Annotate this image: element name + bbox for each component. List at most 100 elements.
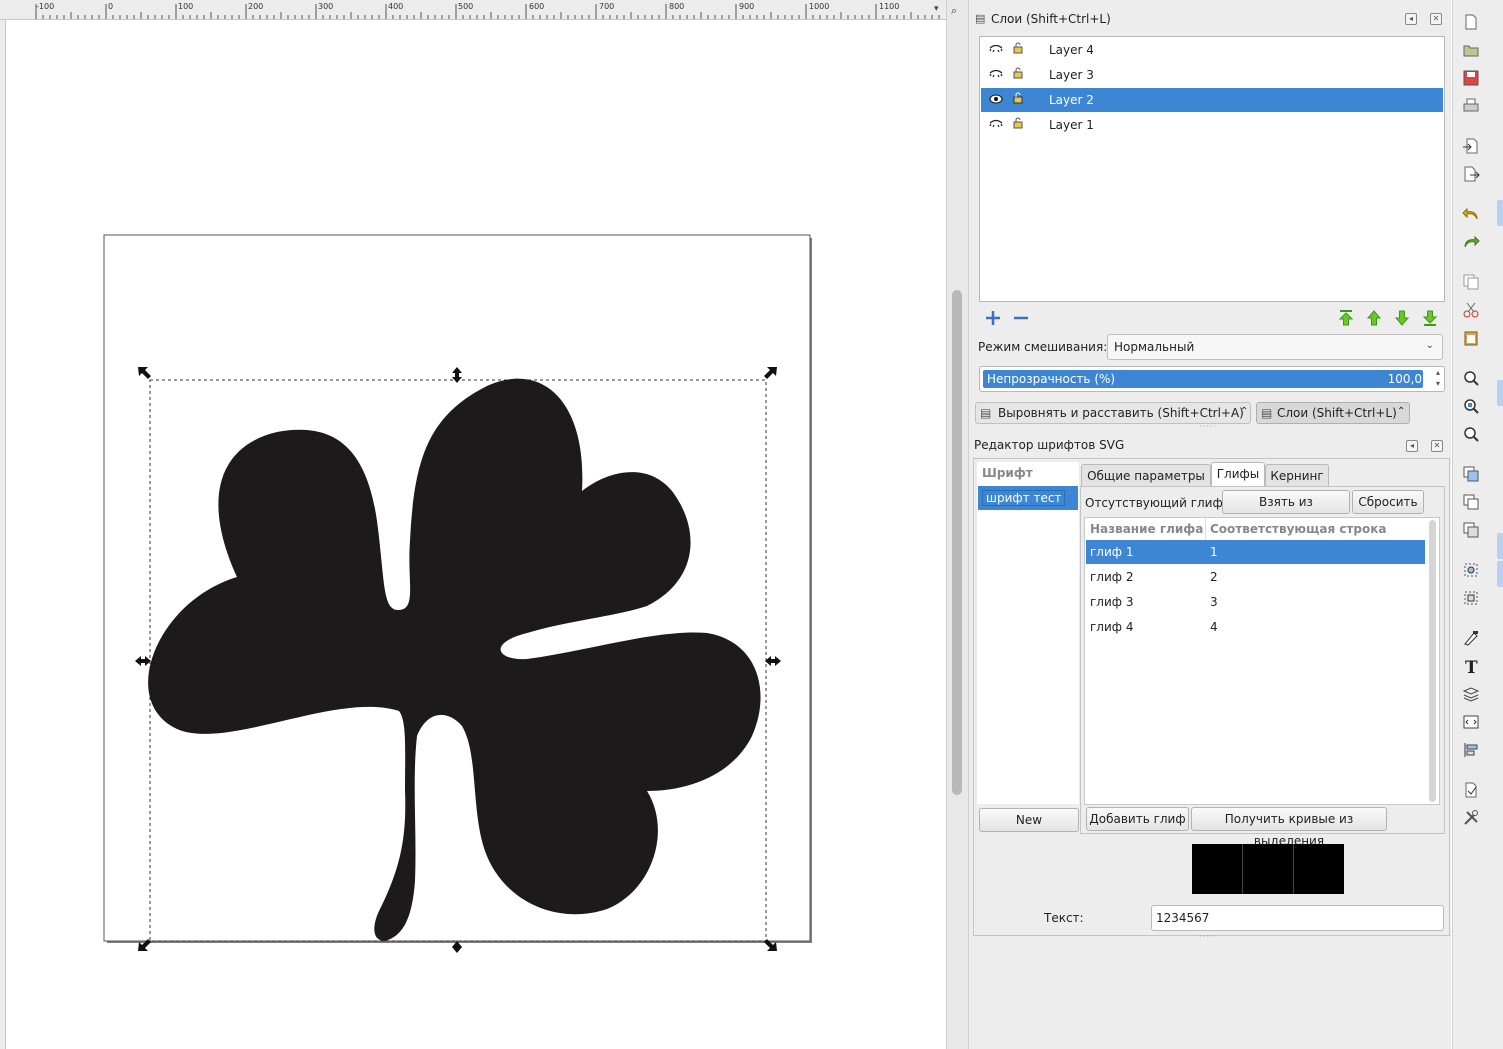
resize-grip[interactable]: ····· bbox=[1199, 932, 1217, 941]
import-icon[interactable] bbox=[1462, 137, 1480, 155]
canvas-vertical-scrollbar[interactable]: ⌕ bbox=[946, 0, 968, 1049]
text-tool-icon[interactable]: T bbox=[1462, 657, 1480, 675]
resize-grip[interactable]: ····· bbox=[1199, 422, 1217, 431]
raise-to-top-icon[interactable] bbox=[1337, 309, 1355, 327]
export-icon[interactable] bbox=[1462, 165, 1480, 183]
glyph-table[interactable]: Название глифа Соответствующая строка гл… bbox=[1084, 517, 1440, 805]
layer-row[interactable]: Layer 1 bbox=[981, 113, 1443, 137]
lower-to-bottom-icon[interactable] bbox=[1421, 309, 1439, 327]
eye-open-icon[interactable] bbox=[989, 94, 1003, 104]
add-glyph-button[interactable]: Добавить глиф bbox=[1086, 807, 1189, 831]
lock-open-icon[interactable] bbox=[1013, 67, 1023, 79]
lock-open-icon[interactable] bbox=[1013, 42, 1023, 54]
opacity-slider[interactable]: Непрозрачность (%) 100,0 ▴ ▾ bbox=[979, 366, 1445, 392]
paste-icon[interactable] bbox=[1462, 329, 1480, 347]
save-icon[interactable] bbox=[1462, 69, 1480, 87]
preview-divider bbox=[1242, 844, 1243, 894]
align-distribute-icon[interactable] bbox=[1462, 741, 1480, 759]
ruler-label: 200 bbox=[248, 2, 264, 11]
eye-closed-icon[interactable] bbox=[989, 69, 1003, 79]
panel-iconify-button[interactable]: ◂ bbox=[1406, 440, 1418, 452]
zoom-drawing-icon[interactable] bbox=[1462, 397, 1480, 415]
get-curves-button[interactable]: Получить кривые из выделения bbox=[1191, 807, 1387, 848]
copy-icon[interactable] bbox=[1462, 273, 1480, 291]
layers-icon: ▤ bbox=[975, 12, 986, 25]
col-header-matching-string[interactable]: Соответствующая строка bbox=[1210, 522, 1386, 536]
unlink-clone-icon[interactable] bbox=[1462, 521, 1480, 539]
scrollbar-thumb[interactable] bbox=[952, 290, 962, 795]
reset-button[interactable]: Сбросить bbox=[1352, 490, 1424, 514]
spin-arrows-icon[interactable]: ▴ ▾ bbox=[1436, 367, 1440, 389]
glyph-row[interactable]: глиф 4 4 bbox=[1086, 615, 1425, 639]
text-label: Текст: bbox=[1044, 911, 1084, 925]
panel-close-button[interactable]: ✕ bbox=[1431, 440, 1443, 452]
font-list[interactable]: Шрифт шрифт тест bbox=[977, 462, 1079, 804]
layer-name: Layer 3 bbox=[1049, 68, 1094, 82]
redo-icon[interactable] bbox=[1462, 233, 1480, 251]
zoom-icon[interactable]: ⌕ bbox=[951, 4, 957, 18]
layers-list[interactable]: Layer 4 Layer 3 Layer 2 Layer 1 bbox=[979, 36, 1445, 302]
tab-kerning[interactable]: Кернинг bbox=[1265, 464, 1329, 486]
ruler-label: 700 bbox=[599, 2, 615, 11]
dock-tab-layers[interactable]: ▤ Слои (Shift+Ctrl+L) ⌃ bbox=[1256, 402, 1410, 424]
fill-stroke-icon[interactable] bbox=[1462, 629, 1480, 647]
xml-editor-icon[interactable] bbox=[1462, 713, 1480, 731]
snap-toggle-button[interactable] bbox=[1497, 561, 1503, 587]
glyphs-tab-content: Отсутствующий глиф: Взять из выделения С… bbox=[1080, 486, 1445, 848]
preview-divider bbox=[1293, 844, 1294, 894]
ruler-menu-arrow-icon[interactable]: ▾ bbox=[934, 4, 939, 14]
remove-layer-icon[interactable] bbox=[1012, 309, 1030, 327]
eye-closed-icon[interactable] bbox=[989, 44, 1003, 54]
snap-toggle-button[interactable] bbox=[1497, 380, 1503, 406]
new-document-icon[interactable] bbox=[1462, 13, 1480, 31]
preview-text-input[interactable]: 1234567 bbox=[1151, 905, 1444, 931]
ungroup-icon[interactable] bbox=[1462, 589, 1480, 607]
group-icon[interactable] bbox=[1462, 561, 1480, 579]
font-list-item-selected[interactable]: шрифт тест bbox=[978, 486, 1078, 510]
glyph-row-selected[interactable]: глиф 1 1 bbox=[1086, 540, 1425, 564]
zoom-page-icon[interactable] bbox=[1462, 425, 1480, 443]
layers-stack-icon[interactable] bbox=[1462, 685, 1480, 703]
snap-toggle-button[interactable] bbox=[1497, 533, 1503, 559]
lock-open-icon[interactable] bbox=[1013, 117, 1023, 129]
take-from-selection-button[interactable]: Взять из выделения bbox=[1222, 490, 1350, 531]
tab-glyphs[interactable]: Глифы bbox=[1211, 462, 1265, 486]
layer-row[interactable]: Layer 4 bbox=[981, 38, 1443, 62]
preferences-icon[interactable] bbox=[1462, 809, 1480, 827]
col-header-glyph-name[interactable]: Название глифа bbox=[1090, 522, 1203, 536]
clone-icon[interactable] bbox=[1462, 493, 1480, 511]
horizontal-ruler[interactable]: -100 0 100 200 300 400 500 600 700 800 9… bbox=[0, 0, 946, 20]
snap-toggle-button[interactable] bbox=[1497, 200, 1503, 226]
blend-mode-label: Режим смешивания: bbox=[978, 340, 1108, 354]
layer-row[interactable]: Layer 3 bbox=[981, 63, 1443, 87]
layer-name: Layer 4 bbox=[1049, 43, 1094, 57]
col-divider bbox=[1205, 518, 1206, 540]
open-folder-icon[interactable] bbox=[1462, 41, 1480, 59]
print-icon[interactable] bbox=[1462, 97, 1480, 115]
eye-closed-icon[interactable] bbox=[989, 119, 1003, 129]
vertical-ruler[interactable] bbox=[0, 20, 6, 1049]
lower-layer-icon[interactable] bbox=[1393, 309, 1411, 327]
add-layer-icon[interactable] bbox=[984, 309, 1002, 327]
dock-tab-align[interactable]: ▤ Выровнять и расставить (Shift+Ctrl+A) … bbox=[975, 402, 1251, 424]
glyph-row[interactable]: глиф 2 2 bbox=[1086, 565, 1425, 589]
raise-layer-icon[interactable] bbox=[1365, 309, 1383, 327]
zoom-selection-icon[interactable] bbox=[1462, 369, 1480, 387]
tab-general[interactable]: Общие параметры bbox=[1081, 464, 1211, 486]
cut-icon[interactable] bbox=[1462, 301, 1480, 319]
document-properties-icon[interactable] bbox=[1462, 781, 1480, 799]
layers-icon: ▤ bbox=[1261, 406, 1273, 420]
lock-open-icon[interactable] bbox=[1013, 92, 1023, 104]
drawing-canvas[interactable] bbox=[7, 21, 946, 1049]
glyph-row[interactable]: глиф 3 3 bbox=[1086, 590, 1425, 614]
commands-toolbar: T bbox=[1452, 0, 1503, 1049]
panel-close-button[interactable]: ✕ bbox=[1430, 13, 1442, 25]
glyph-string: 2 bbox=[1210, 570, 1218, 584]
undo-icon[interactable] bbox=[1462, 205, 1480, 223]
glyph-table-scrollbar[interactable] bbox=[1429, 520, 1436, 802]
new-font-button[interactable]: New bbox=[979, 808, 1079, 832]
panel-iconify-button[interactable]: ◂ bbox=[1405, 13, 1417, 25]
duplicate-icon[interactable] bbox=[1462, 465, 1480, 483]
layer-row-selected[interactable]: Layer 2 bbox=[981, 88, 1443, 112]
blend-mode-select[interactable]: Нормальный ⌄ bbox=[1107, 334, 1443, 360]
